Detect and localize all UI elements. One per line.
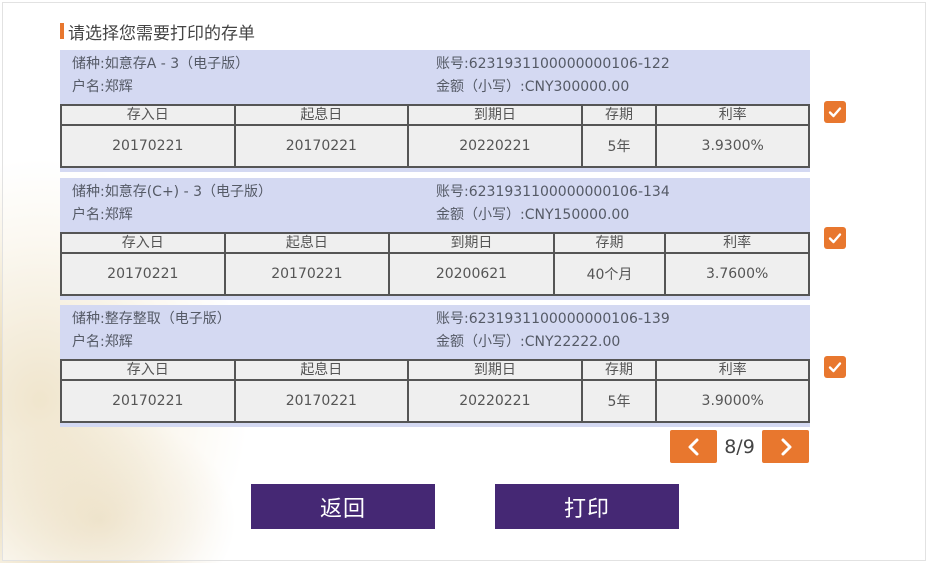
deposit-info: 储种:如意存A - 3（电子版） 账号:6231931100000000106-… [60, 50, 810, 104]
checkmark-icon [828, 107, 842, 118]
deposit-date-cell: 20170221 [60, 124, 236, 168]
deposit-table: 存入日 起息日 到期日 存期 利率 20170221 20170221 2022… [60, 104, 810, 168]
column-header: 存入日 [60, 104, 236, 126]
checkmark-icon [828, 362, 842, 373]
chevron-right-icon [781, 438, 791, 455]
table-row: 20170221 20170221 20200621 40个月 3.7600% [60, 252, 810, 296]
select-checkbox[interactable] [824, 356, 846, 378]
value-date-cell: 20170221 [233, 124, 410, 168]
deposit-date-cell: 20170221 [60, 252, 226, 296]
column-header: 利率 [655, 359, 810, 381]
account-number: 账号:6231931100000000106-139 [436, 311, 670, 327]
maturity-date-cell: 20200621 [388, 252, 555, 296]
deposit-type: 储种:如意存(C+) - 3（电子版） [72, 184, 273, 200]
rate-cell: 3.9000% [655, 379, 810, 423]
heading-accent-bar [60, 23, 64, 39]
value-date-cell: 20170221 [233, 379, 410, 423]
deposit-card: 储种:如意存(C+) - 3（电子版） 账号:62319311000000001… [60, 178, 810, 300]
chevron-left-icon [688, 438, 698, 455]
column-header: 到期日 [407, 359, 583, 381]
column-header: 起息日 [233, 104, 410, 126]
column-header: 存期 [580, 359, 658, 381]
column-header: 起息日 [233, 359, 410, 381]
select-checkbox[interactable] [824, 101, 846, 123]
page-indicator: 8/9 [724, 435, 755, 458]
table-row: 20170221 20170221 20220221 5年 3.9000% [60, 379, 810, 423]
print-button[interactable]: 打印 [495, 484, 679, 529]
deposit-info: 储种:整存整取（电子版） 账号:6231931100000000106-139 … [60, 305, 810, 359]
deposit-card: 储种:如意存A - 3（电子版） 账号:6231931100000000106-… [60, 50, 810, 172]
maturity-date-cell: 20220221 [407, 379, 583, 423]
column-header: 存入日 [60, 359, 236, 381]
account-number: 账号:6231931100000000106-134 [436, 184, 670, 200]
column-header: 存入日 [60, 232, 226, 254]
maturity-date-cell: 20220221 [407, 124, 583, 168]
term-cell: 5年 [580, 379, 658, 423]
table-row: 20170221 20170221 20220221 5年 3.9300% [60, 124, 810, 168]
deposit-card: 储种:整存整取（电子版） 账号:6231931100000000106-139 … [60, 305, 810, 427]
column-header: 到期日 [388, 232, 555, 254]
back-button[interactable]: 返回 [251, 484, 435, 529]
table-header-row: 存入日 起息日 到期日 存期 利率 [60, 232, 810, 254]
deposit-date-cell: 20170221 [60, 379, 236, 423]
account-holder: 户名:郑辉 [72, 207, 133, 223]
page-title: 请选择您需要打印的存单 [68, 23, 255, 44]
term-cell: 5年 [580, 124, 658, 168]
checkmark-icon [828, 233, 842, 244]
column-header: 存期 [580, 104, 658, 126]
deposit-info: 储种:如意存(C+) - 3（电子版） 账号:62319311000000001… [60, 178, 810, 232]
deposit-type: 储种:如意存A - 3（电子版） [72, 56, 250, 72]
deposit-table: 存入日 起息日 到期日 存期 利率 20170221 20170221 2020… [60, 232, 810, 296]
account-holder: 户名:郑辉 [72, 79, 133, 95]
column-header: 起息日 [223, 232, 391, 254]
table-header-row: 存入日 起息日 到期日 存期 利率 [60, 104, 810, 126]
account-holder: 户名:郑辉 [72, 334, 133, 350]
page-heading: 请选择您需要打印的存单 [60, 20, 255, 44]
select-checkbox[interactable] [824, 227, 846, 249]
term-cell: 40个月 [552, 252, 667, 296]
pagination: 8/9 [670, 430, 809, 463]
prev-page-button[interactable] [670, 430, 717, 463]
rate-cell: 3.7600% [664, 252, 810, 296]
deposit-amount: 金额（小写）:CNY22222.00 [436, 334, 621, 350]
value-date-cell: 20170221 [223, 252, 391, 296]
rate-cell: 3.9300% [655, 124, 810, 168]
next-page-button[interactable] [762, 430, 809, 463]
column-header: 利率 [655, 104, 810, 126]
column-header: 到期日 [407, 104, 583, 126]
deposit-table: 存入日 起息日 到期日 存期 利率 20170221 20170221 2022… [60, 359, 810, 423]
column-header: 利率 [664, 232, 810, 254]
account-number: 账号:6231931100000000106-122 [436, 56, 670, 72]
deposit-type: 储种:整存整取（电子版） [72, 311, 231, 327]
table-header-row: 存入日 起息日 到期日 存期 利率 [60, 359, 810, 381]
deposit-amount: 金额（小写）:CNY300000.00 [436, 79, 630, 95]
deposit-amount: 金额（小写）:CNY150000.00 [436, 207, 630, 223]
column-header: 存期 [552, 232, 667, 254]
